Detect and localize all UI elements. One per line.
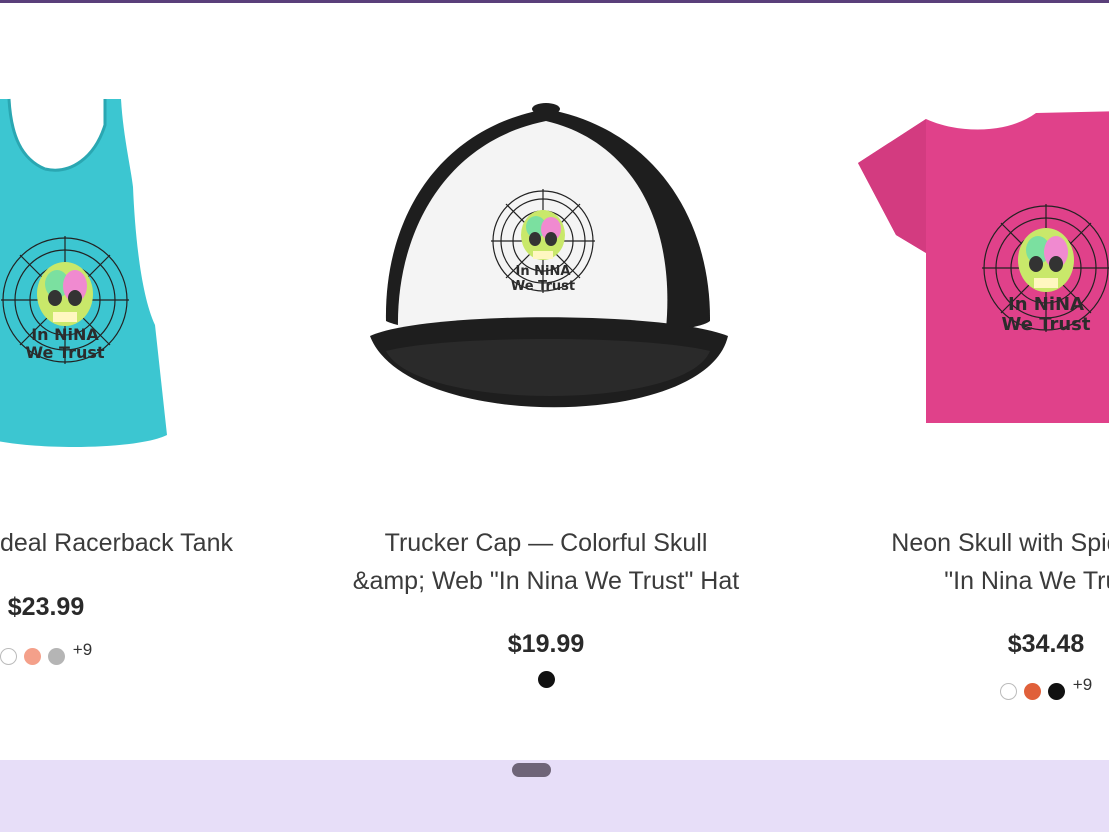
scroll-handle[interactable]: [512, 763, 551, 777]
more-colors-count[interactable]: +9: [1073, 675, 1092, 695]
product-title-tshirt[interactable]: Neon Skull with Spider Web "In Nina We T…: [816, 524, 1109, 600]
cap-graphic-text-2: We Trust: [511, 279, 575, 294]
tshirt-graphic-text-2: We Trust: [1002, 314, 1091, 335]
product-card-tank[interactable]: In NiNA We Trust Ideal Racerback Tank $2…: [0, 3, 345, 760]
color-swatches-cap: [316, 671, 776, 688]
product-title-tank[interactable]: Ideal Racerback Tank: [0, 524, 343, 562]
title-line: Ideal Racerback Tank: [0, 529, 233, 557]
title-line: "In Nina We Trust": [944, 567, 1109, 595]
product-carousel: In NiNA We Trust Ideal Racerback Tank $2…: [0, 3, 1109, 760]
tank-graphic-text-2: We Trust: [25, 343, 104, 362]
swatch-grey[interactable]: [47, 648, 65, 665]
swatch-black[interactable]: [537, 671, 555, 688]
product-image-tank[interactable]: In NiNA We Trust: [0, 95, 175, 455]
color-swatches-tshirt: +9: [816, 675, 1109, 700]
tshirt-graphic-text-1: In NiNA: [1008, 294, 1084, 315]
swatch-black[interactable]: [1047, 683, 1065, 700]
product-price-tank: $23.99: [7, 593, 85, 621]
swatch-salmon[interactable]: [23, 648, 41, 665]
title-line: Trucker Cap — Colorful Skull: [384, 529, 708, 557]
product-card-tshirt[interactable]: In NiNA We Trust Neon Skull with Spider …: [816, 3, 1109, 760]
title-line: &amp; Web "In Nina We Trust" Hat: [352, 567, 740, 595]
product-price-cap: $19.99: [507, 630, 585, 658]
product-image-cap[interactable]: In NiNA We Trust: [366, 101, 731, 446]
title-line: Neon Skull with Spider Web: [891, 529, 1109, 557]
swatch-white[interactable]: [0, 648, 17, 665]
tank-graphic-text-1: In NiNA: [31, 325, 99, 344]
cap-graphic-text-1: In NiNA: [516, 264, 571, 279]
product-image-tshirt[interactable]: In NiNA We Trust: [856, 103, 1109, 433]
product-title-cap[interactable]: Trucker Cap — Colorful Skull &amp; Web "…: [316, 524, 776, 600]
swatch-white[interactable]: [999, 683, 1017, 700]
product-price-tshirt: $34.48: [1007, 630, 1085, 658]
swatch-orange[interactable]: [1023, 683, 1041, 700]
footer-band: [0, 760, 1109, 832]
more-colors-count[interactable]: +9: [73, 640, 92, 660]
product-card-cap[interactable]: In NiNA We Trust Trucker Cap — Colorful …: [316, 3, 776, 760]
color-swatches-tank: +9: [0, 640, 276, 665]
